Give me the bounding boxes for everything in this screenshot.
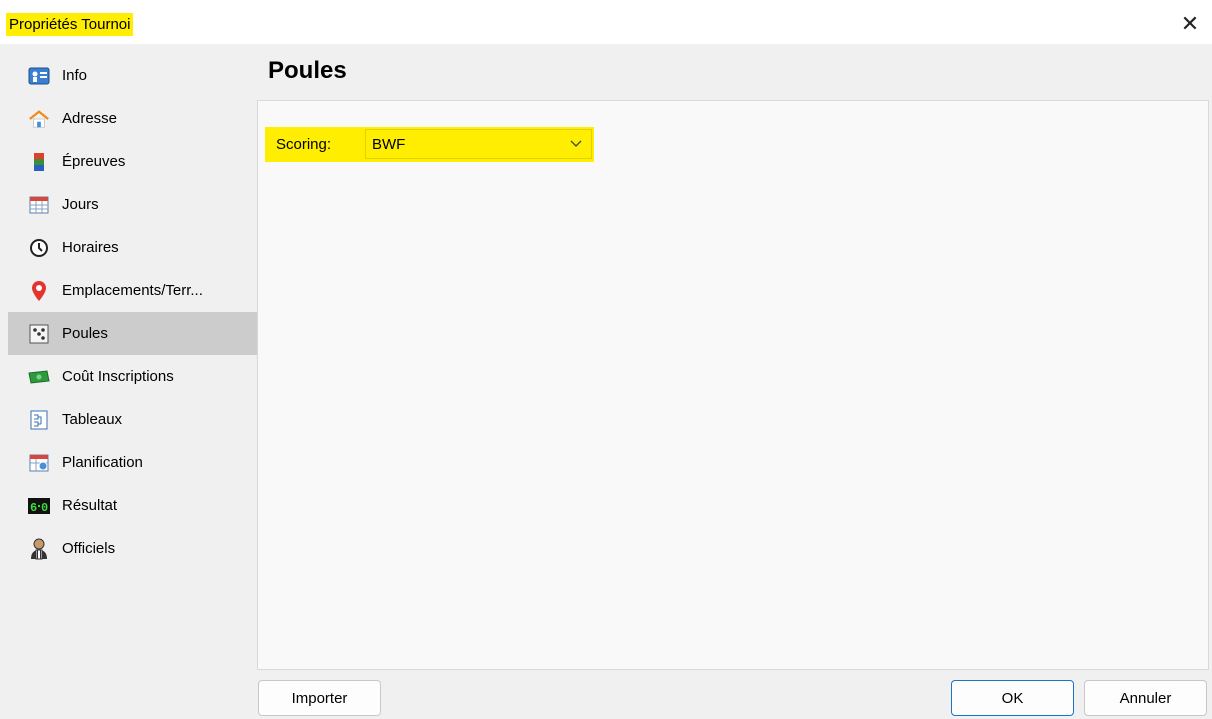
dice-icon [28,323,50,345]
planning-icon [28,452,50,474]
ok-button[interactable]: OK [951,680,1074,716]
money-icon [28,366,50,388]
sidebar-item-label: Coût Inscriptions [62,368,174,385]
events-icon [28,151,50,173]
close-button[interactable]: ✕ [1176,10,1204,38]
close-icon: ✕ [1180,11,1200,36]
svg-text:0: 0 [41,501,48,514]
scoring-label: Scoring: [276,136,332,153]
sidebar-item-resultat[interactable]: 6 0 Résultat [8,484,258,527]
sidebar-item-officiels[interactable]: Officiels [8,527,258,570]
scoring-value: BWF [372,136,406,153]
sidebar-item-label: Poules [62,325,108,342]
content-panel [257,100,1209,670]
sidebar-item-adresse[interactable]: Adresse [8,97,258,140]
page-title: Poules [268,57,347,84]
sidebar-item-label: Horaires [62,239,119,256]
import-button[interactable]: Importer [258,680,381,716]
scoring-select[interactable]: BWF [365,129,592,159]
sidebar-item-label: Officiels [62,540,116,557]
scoreboard-icon: 6 0 [28,495,50,517]
sidebar-item-label: Info [62,67,88,84]
sidebar-item-cout-inscriptions[interactable]: Coût Inscriptions [8,355,258,398]
sidebar-item-label: Emplacements/Terr... [62,282,203,299]
sidebar-item-label: Jours [62,196,99,213]
sidebar-item-info[interactable]: Info [8,54,258,97]
svg-text:6: 6 [30,501,37,514]
sidebar-item-jours[interactable]: Jours [8,183,258,226]
sidebar-item-label: Tableaux [62,411,123,428]
sidebar-item-label: Épreuves [62,153,126,170]
scoring-row: Scoring: BWF [265,127,594,162]
sidebar-item-horaires[interactable]: Horaires [8,226,258,269]
sidebar-item-poules[interactable]: Poules [8,312,258,355]
location-pin-icon [28,280,50,302]
sidebar-item-label: Adresse [62,110,118,127]
calendar-icon [28,194,50,216]
sidebar-item-label: Résultat [62,497,118,514]
chevron-down-icon [569,136,583,154]
sidebar-item-label: Planification [62,454,143,471]
sidebar-item-emplacements[interactable]: Emplacements/Terr... [8,269,258,312]
cancel-button[interactable]: Annuler [1084,680,1207,716]
draw-sheet-icon [28,409,50,431]
house-icon [28,108,50,130]
info-icon [28,65,50,87]
clock-icon [28,237,50,259]
sidebar-item-epreuves[interactable]: Épreuves [8,140,258,183]
sidebar-item-planification[interactable]: Planification [8,441,258,484]
official-icon [28,538,50,560]
sidebar-item-tableaux[interactable]: Tableaux [8,398,258,441]
window-title: Propriétés Tournoi [6,13,134,36]
sidebar: Info Adresse Épreuves Jours Horaires Emp… [8,54,258,570]
title-bar: Propriétés Tournoi ✕ [0,0,1212,44]
